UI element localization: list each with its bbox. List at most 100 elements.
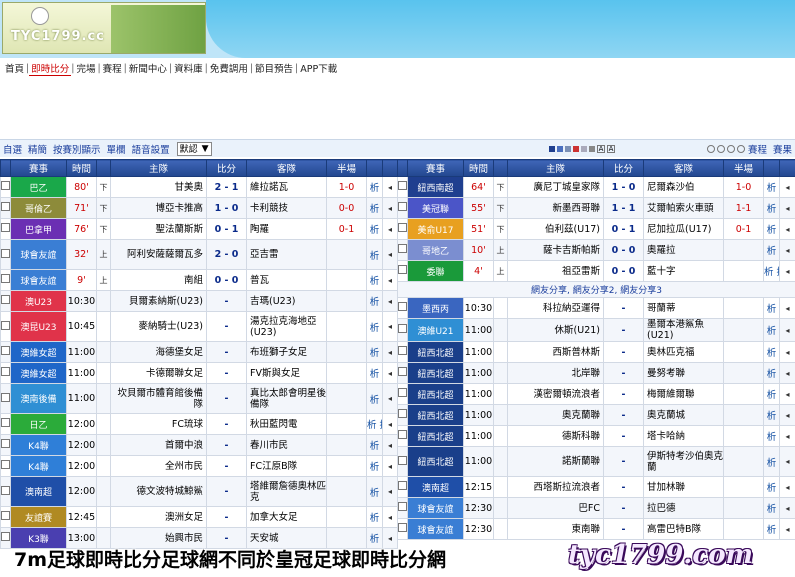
away-team[interactable]: 曼努考聯 xyxy=(643,362,724,384)
score[interactable]: 1 - 0 xyxy=(603,176,644,198)
row-checkbox[interactable] xyxy=(1,367,10,376)
home-team[interactable]: 科拉納亞運得 xyxy=(507,297,604,319)
row-checkbox[interactable] xyxy=(1,485,10,495)
row-checkbox[interactable] xyxy=(1,223,10,232)
row-checkbox[interactable] xyxy=(1,418,10,427)
home-team[interactable]: 全州市民 xyxy=(110,455,207,477)
away-team[interactable]: 春川市民 xyxy=(246,434,327,456)
league-cell[interactable]: 球會友誼 xyxy=(407,497,464,519)
toolbar-right-link[interactable]: 賽程 xyxy=(745,142,770,156)
score[interactable]: 0 - 0 xyxy=(603,239,644,261)
row-checkbox[interactable] xyxy=(1,248,10,258)
home-team[interactable]: 奧克蘭聯 xyxy=(507,404,604,426)
sound-icon[interactable]: ◂ xyxy=(382,290,398,312)
toolbar-link[interactable]: 語音設置 xyxy=(129,142,173,156)
home-team[interactable]: 北岸聯 xyxy=(507,362,604,384)
score[interactable]: - xyxy=(603,383,644,405)
score[interactable]: - xyxy=(206,341,247,363)
league-cell[interactable]: K4聯 xyxy=(10,455,67,477)
color-swatch-icon[interactable] xyxy=(564,145,571,152)
sound-icon[interactable]: ◂ xyxy=(382,269,398,291)
league-cell[interactable]: 紐西北超 xyxy=(407,383,464,405)
nav-item[interactable]: 完場 xyxy=(74,61,97,75)
print-icon[interactable] xyxy=(716,144,725,153)
away-team[interactable]: 奧羅拉 xyxy=(643,239,724,261)
league-cell[interactable]: K4聯 xyxy=(10,434,67,456)
score[interactable]: - xyxy=(206,455,247,477)
score[interactable]: 1 - 1 xyxy=(603,197,644,219)
row-checkbox[interactable] xyxy=(1,392,10,402)
sound-icon[interactable]: ◂ xyxy=(382,434,398,456)
home-team[interactable]: 卡德爾聯女足 xyxy=(110,362,207,384)
sound-icon[interactable]: ◂ xyxy=(779,341,795,363)
analysis-link[interactable]: 析 xyxy=(366,455,383,477)
analysis-link[interactable]: 析 xyxy=(763,176,780,198)
row-checkbox[interactable] xyxy=(398,430,407,439)
home-team[interactable]: 伯利茲(U17) xyxy=(507,218,604,240)
league-cell[interactable]: 紐西北超 xyxy=(407,341,464,363)
sound-icon[interactable]: ◂ xyxy=(779,404,795,426)
away-team[interactable]: 秋田藍閃電 xyxy=(246,413,327,435)
away-team[interactable]: 塔維爾詹德奧林匹克 xyxy=(246,476,327,507)
row-checkbox[interactable] xyxy=(398,481,407,490)
row-checkbox[interactable] xyxy=(1,295,10,304)
home-team[interactable]: 西塔斯拉流浪者 xyxy=(507,476,604,498)
analysis-link[interactable]: 析 xyxy=(763,383,780,405)
away-team[interactable]: FC江原B隊 xyxy=(246,455,327,477)
analysis-link[interactable]: 析 xyxy=(763,318,780,342)
row-checkbox[interactable] xyxy=(398,388,407,397)
row-checkbox[interactable] xyxy=(1,511,10,520)
away-team[interactable]: 梅爾維爾聯 xyxy=(643,383,724,405)
analysis-link[interactable]: 析 xyxy=(763,218,780,240)
home-team[interactable]: 漢密爾頓流浪者 xyxy=(507,383,604,405)
sound-icon[interactable]: ◂ xyxy=(382,383,398,414)
nav-item[interactable]: 賽程 xyxy=(101,61,124,75)
away-team[interactable]: 吉瑪(U23) xyxy=(246,290,327,312)
sound-icon[interactable]: ◂ xyxy=(779,197,795,219)
home-team[interactable]: 薩卡吉斯帕斯 xyxy=(507,239,604,261)
analysis-link[interactable]: 析 xyxy=(366,434,383,456)
league-cell[interactable]: 美俞U17 xyxy=(407,218,464,240)
row-checkbox[interactable] xyxy=(1,320,10,330)
analysis-link[interactable]: 析 xyxy=(763,197,780,219)
home-team[interactable]: 澳洲女足 xyxy=(110,506,207,528)
analysis-link[interactable]: 析 xyxy=(366,311,383,342)
row-checkbox[interactable] xyxy=(398,409,407,418)
sound-icon[interactable]: ◂ xyxy=(779,518,795,540)
home-team[interactable]: 新墨西哥聯 xyxy=(507,197,604,219)
home-team[interactable]: 東南聯 xyxy=(507,518,604,540)
toolbar-link[interactable]: 按賽別顯示 xyxy=(50,142,104,156)
away-team[interactable]: 陶羅 xyxy=(246,218,327,240)
color-swatch-icon[interactable] xyxy=(588,145,595,152)
score[interactable]: - xyxy=(603,446,644,477)
home-team[interactable]: 巴FC xyxy=(507,497,604,519)
score[interactable]: - xyxy=(603,476,644,498)
toolbar-right-link[interactable]: 賽果 xyxy=(770,142,795,156)
away-team[interactable]: 亞吉雷 xyxy=(246,239,327,270)
row-checkbox[interactable] xyxy=(1,274,10,283)
away-team[interactable]: 奧林匹克福 xyxy=(643,341,724,363)
row-checkbox[interactable] xyxy=(398,367,407,376)
sound-icon[interactable]: ◂ xyxy=(382,362,398,384)
analysis-link[interactable]: 析 xyxy=(366,239,383,270)
home-team[interactable]: 西斯普林斯 xyxy=(507,341,604,363)
score[interactable]: 0 - 0 xyxy=(603,260,644,282)
league-cell[interactable]: 澳南超 xyxy=(10,476,67,507)
away-team[interactable]: FV斯與女足 xyxy=(246,362,327,384)
score[interactable]: - xyxy=(603,425,644,447)
share-info[interactable]: 網友分享, 網友分享2, 網友分享3 xyxy=(397,281,795,298)
sound-icon[interactable]: ◂ xyxy=(382,239,398,270)
analysis-link[interactable]: 析 xyxy=(366,362,383,384)
analysis-link[interactable]: 析 xyxy=(763,497,780,519)
analysis-link[interactable]: 析 xyxy=(763,476,780,498)
league-cell[interactable]: 紐西北超 xyxy=(407,404,464,426)
score[interactable]: 0 - 1 xyxy=(603,218,644,240)
away-team[interactable]: 甘加林聯 xyxy=(643,476,724,498)
sound-icon[interactable]: ◂ xyxy=(382,476,398,507)
score[interactable]: 2 - 0 xyxy=(206,239,247,270)
score[interactable]: - xyxy=(206,311,247,342)
row-checkbox[interactable] xyxy=(398,455,407,465)
away-team[interactable]: 塔卡哈納 xyxy=(643,425,724,447)
league-cell[interactable]: 哥倫乙 xyxy=(10,197,67,219)
row-checkbox[interactable] xyxy=(398,202,407,211)
